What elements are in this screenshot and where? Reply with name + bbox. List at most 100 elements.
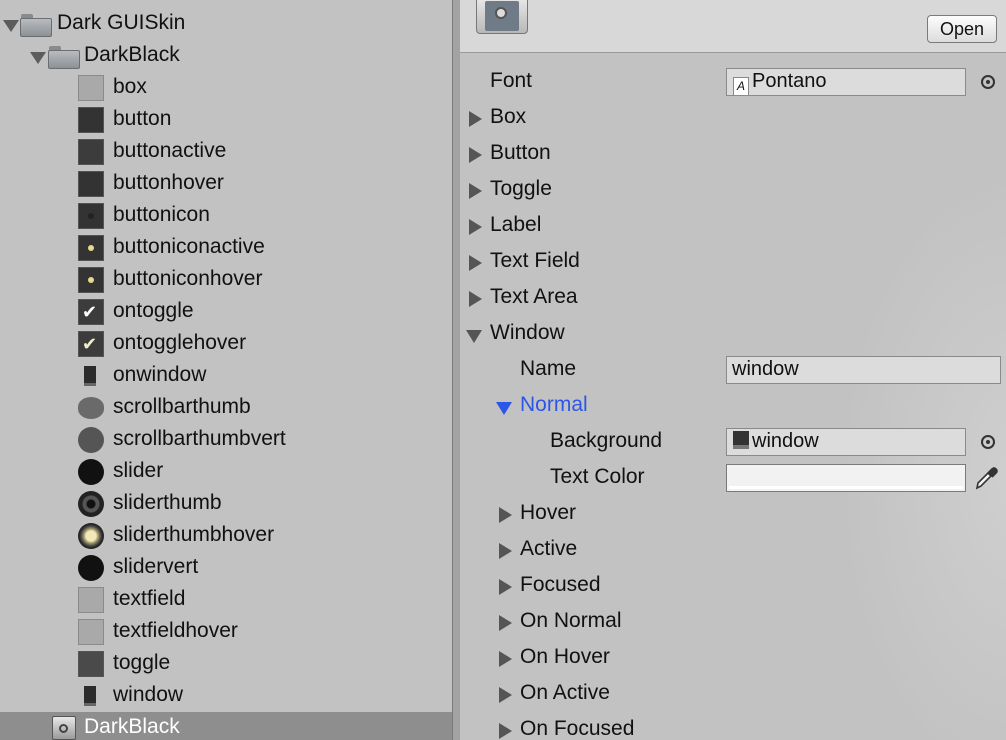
tree-item-label: ontoggle (113, 299, 194, 322)
foldout-arrow-icon[interactable] (469, 183, 482, 199)
tree-item-label: buttoniconhover (113, 267, 263, 290)
foldout-arrow-icon[interactable] (499, 651, 512, 667)
tree-item-label: ontogglehover (113, 331, 247, 354)
tree-item-textfieldhover[interactable]: textfieldhover (0, 616, 452, 648)
tree-row-folder[interactable]: DarkBlack (0, 40, 452, 72)
tree-item-buttonactive[interactable]: buttonactive (0, 136, 452, 168)
texture-thumbnail-icon (78, 235, 104, 261)
foldout-label: Hover (520, 501, 577, 524)
object-picker-icon[interactable] (981, 435, 995, 449)
foldout-arrow-icon[interactable] (469, 111, 482, 127)
foldout-window[interactable]: Window (460, 318, 1006, 350)
checkmark-icon: ✔ (82, 334, 98, 354)
texture-thumbnail-icon (78, 523, 104, 549)
foldout-label: On Active (520, 681, 610, 704)
panel-divider[interactable] (452, 0, 460, 740)
tree-item-ontoggle[interactable]: ✔ ontoggle (0, 296, 452, 328)
texture-thumbnail-icon (78, 397, 104, 419)
tree-item-sliderthumbhover[interactable]: sliderthumbhover (0, 520, 452, 552)
foldout-arrow-icon[interactable] (469, 291, 482, 307)
text-color-label: Text Color (550, 465, 645, 488)
foldout-label: On Focused (520, 717, 635, 740)
foldout-arrow-icon[interactable] (469, 147, 482, 163)
foldout-arrow-icon[interactable] (499, 687, 512, 703)
tree-item-ontogglehover[interactable]: ✔ ontogglehover (0, 328, 452, 360)
name-row: Name window (460, 354, 1006, 386)
texture-thumbnail-icon (78, 203, 104, 229)
foldout-toggle[interactable]: Toggle (460, 174, 1006, 206)
foldout-label: Active (520, 537, 578, 560)
foldout-arrow-icon[interactable] (469, 219, 482, 235)
foldout-on-hover[interactable]: On Hover (460, 642, 1006, 674)
tree-item-button[interactable]: button (0, 104, 452, 136)
text-color-row: Text Color (460, 462, 1006, 494)
tree-item-buttonhover[interactable]: buttonhover (0, 168, 452, 200)
foldout-on-active[interactable]: On Active (460, 678, 1006, 710)
foldout-button[interactable]: Button (460, 138, 1006, 170)
tree-item-label: slidervert (113, 555, 199, 578)
foldout-normal[interactable]: Normal (460, 390, 1006, 422)
tree-item-slidervert[interactable]: slidervert (0, 552, 452, 584)
foldout-on-focused[interactable]: On Focused (460, 714, 1006, 740)
name-label: Name (520, 357, 577, 380)
foldout-arrow-icon[interactable] (499, 543, 512, 559)
asset-preview-icon (476, 0, 528, 34)
texture-thumbnail-icon (78, 267, 104, 293)
tree-item-sliderthumb[interactable]: sliderthumb (0, 488, 452, 520)
tree-item-textfield[interactable]: textfield (0, 584, 452, 616)
tree-item-scrollbarthumbvert[interactable]: scrollbarthumbvert (0, 424, 452, 456)
foldout-focused[interactable]: Focused (460, 570, 1006, 602)
tree-item-label: buttonhover (113, 171, 224, 194)
tree-item-label: slider (113, 459, 164, 482)
tree-item-toggle[interactable]: toggle (0, 648, 452, 680)
folder-icon (20, 14, 52, 37)
tree-folder-label: DarkBlack (84, 43, 180, 66)
texture-thumbnail-icon (78, 363, 104, 389)
expand-arrow-icon[interactable] (3, 20, 19, 32)
foldout-text-area[interactable]: Text Area (460, 282, 1006, 314)
tree-item-onwindow[interactable]: onwindow (0, 360, 452, 392)
expand-arrow-icon[interactable] (30, 52, 46, 64)
tree-item-slider[interactable]: slider (0, 456, 452, 488)
tree-item-buttoniconactive[interactable]: buttoniconactive (0, 232, 452, 264)
guiskin-asset-icon (52, 716, 76, 740)
open-button[interactable]: Open (927, 15, 997, 43)
texture-thumbnail-icon (78, 427, 104, 453)
foldout-on-normal[interactable]: On Normal (460, 606, 1006, 638)
foldout-arrow-icon[interactable] (469, 255, 482, 271)
foldout-arrow-icon[interactable] (499, 579, 512, 595)
foldout-label-section[interactable]: Label (460, 210, 1006, 242)
tree-item-label: box (113, 75, 147, 98)
texture-thumbnail-icon (78, 555, 104, 581)
inspector-header: Open (460, 0, 1006, 53)
foldout-label: Window (490, 321, 565, 344)
texture-thumbnail-icon (78, 587, 104, 613)
foldout-arrow-expanded-icon[interactable] (496, 402, 512, 415)
tree-item-box[interactable]: box (0, 72, 452, 104)
eyedropper-icon[interactable] (973, 465, 999, 491)
tree-item-label: buttonactive (113, 139, 227, 162)
texture-thumbnail-icon (78, 139, 104, 165)
foldout-arrow-icon[interactable] (499, 507, 512, 523)
name-text-field[interactable]: window (726, 356, 1001, 384)
font-label: Font (490, 69, 533, 92)
text-color-swatch[interactable] (726, 464, 966, 492)
foldout-arrow-icon[interactable] (499, 723, 512, 739)
foldout-arrow-icon[interactable] (499, 615, 512, 631)
foldout-label: Text Field (490, 249, 580, 272)
object-picker-icon[interactable] (981, 75, 995, 89)
foldout-box[interactable]: Box (460, 102, 1006, 134)
foldout-arrow-expanded-icon[interactable] (466, 330, 482, 343)
tree-row-root[interactable]: Dark GUISkin (0, 8, 452, 40)
tree-row-selected-skin[interactable]: DarkBlack (0, 712, 452, 740)
tree-item-buttoniconhover[interactable]: buttoniconhover (0, 264, 452, 296)
foldout-active[interactable]: Active (460, 534, 1006, 566)
font-object-field[interactable]: A Pontano (726, 68, 966, 96)
foldout-text-field[interactable]: Text Field (460, 246, 1006, 278)
foldout-hover[interactable]: Hover (460, 498, 1006, 530)
tree-item-label: scrollbarthumbvert (113, 427, 286, 450)
background-object-field[interactable]: window (726, 428, 966, 456)
tree-item-buttonicon[interactable]: buttonicon (0, 200, 452, 232)
tree-item-window[interactable]: window (0, 680, 452, 712)
tree-item-scrollbarthumb[interactable]: scrollbarthumb (0, 392, 452, 424)
